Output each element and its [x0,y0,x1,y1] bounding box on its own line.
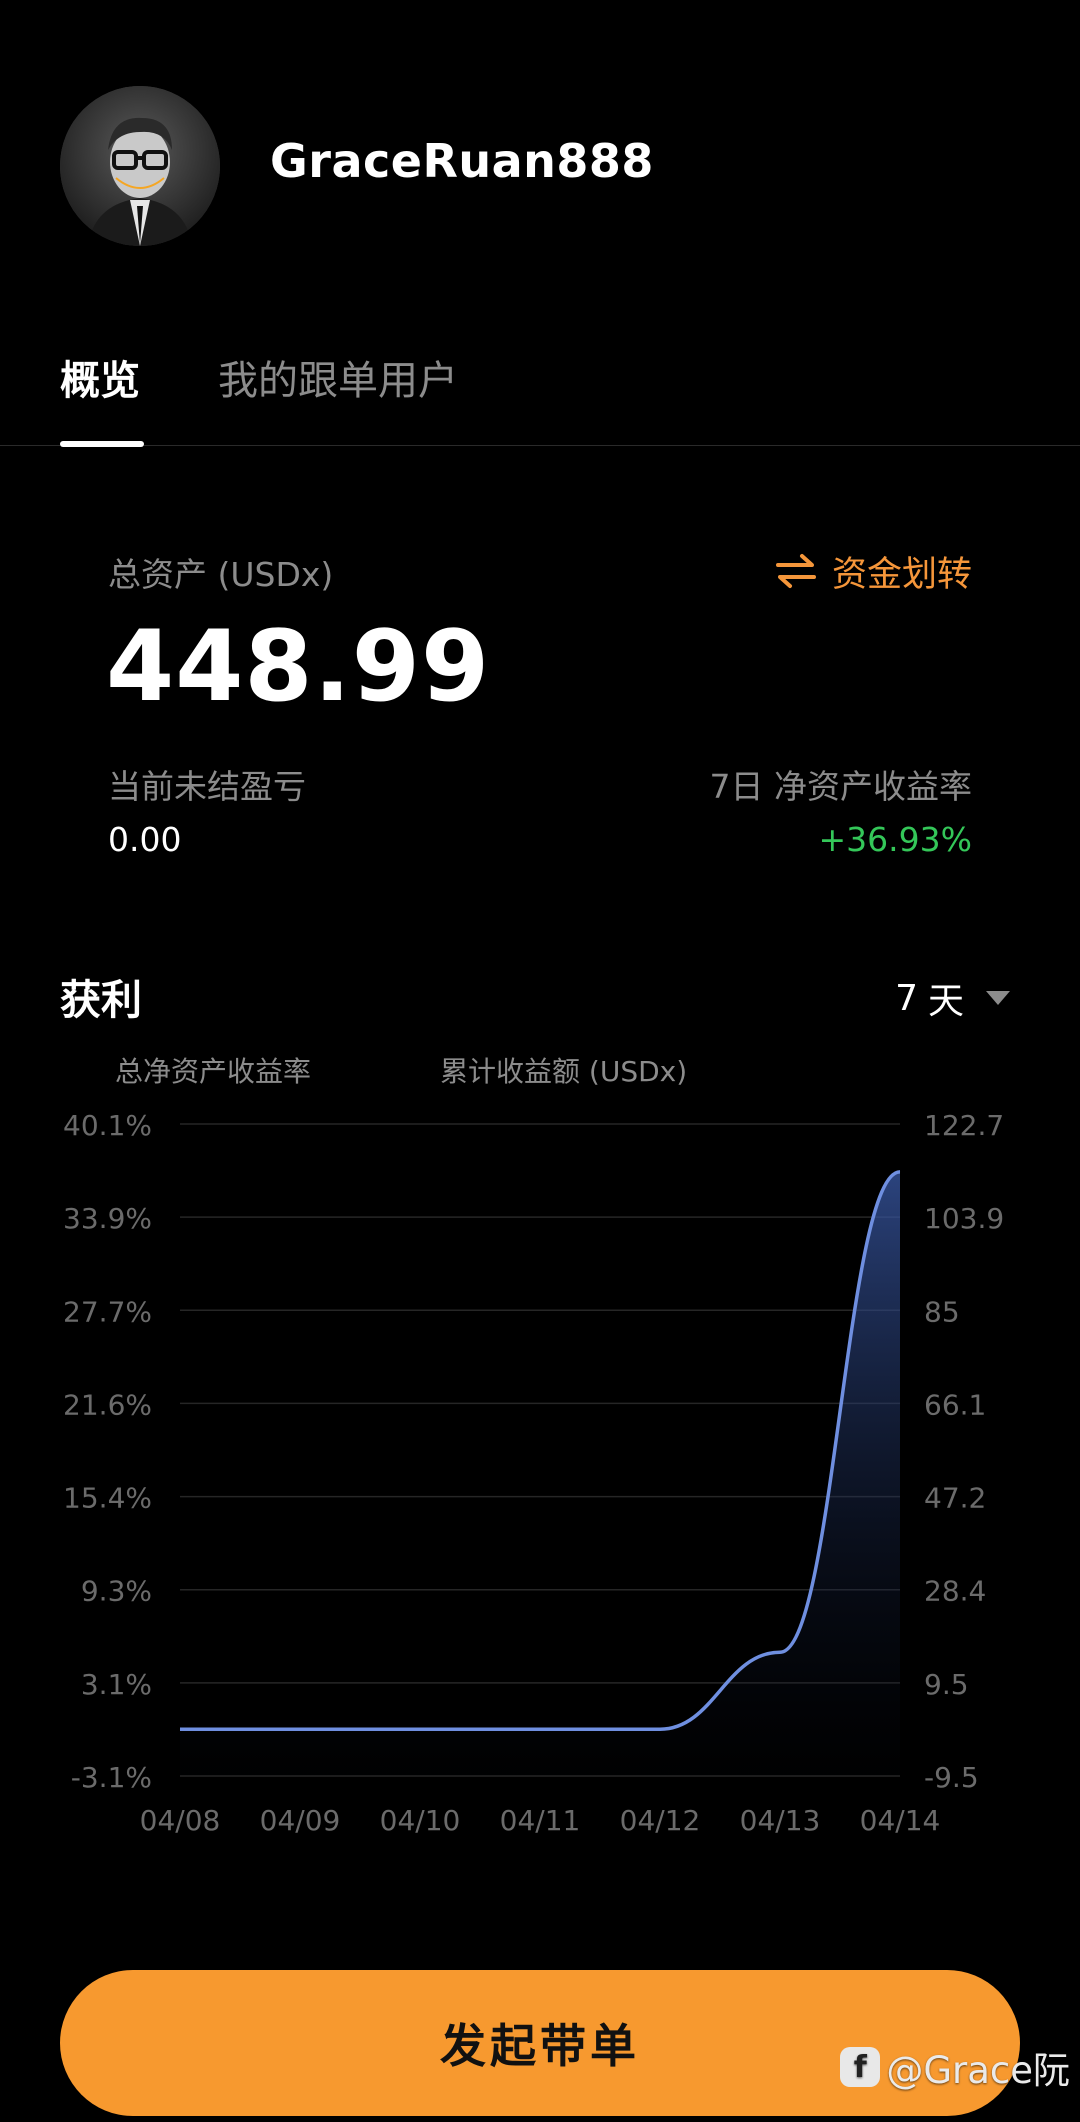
username: GraceRuan888 [270,134,654,188]
x-tick-label: 04/14 [860,1804,941,1837]
x-tick-label: 04/12 [620,1804,701,1837]
profit-section-title: 获利 [60,976,142,1024]
x-tick-label: 04/13 [740,1804,821,1837]
period-selector[interactable]: 7 天 [895,972,1010,1024]
watermark-text: @Grace阮 [886,2049,1070,2092]
roi-7d-value: +36.93% [818,820,972,859]
fund-transfer-label: 资金划转 [831,554,972,595]
x-tick-label: 04/08 [140,1804,221,1837]
y-left-tick-label: 21.6% [63,1388,152,1421]
y-right-tick-label: 28.4 [924,1575,986,1608]
y-left-tick-label: -3.1% [71,1761,152,1794]
profile-header: GraceRuan888 [60,86,1020,246]
total-assets-label: 总资产 (USDx) [108,555,334,594]
active-tab-indicator [60,441,144,447]
y-left-tick-label: 3.1% [81,1668,152,1701]
y-right-tick-label: 122.7 [924,1109,1004,1142]
tab-overview[interactable]: 概览 [60,348,140,406]
y-left-tick-label: 9.3% [81,1575,152,1608]
unrealized-pnl-value: 0.00 [108,820,182,859]
watermark: f @Grace阮 [840,2040,1070,2094]
series-area-fill [180,1171,900,1776]
y-right-tick-label: 66.1 [924,1388,986,1421]
y-right-tick-label: -9.5 [924,1761,979,1794]
transfer-icon [775,554,816,588]
legend-total-roi: 总净资产收益率 [115,1055,312,1088]
avatar-image [60,86,220,246]
x-tick-label: 04/09 [260,1804,341,1837]
legend-cumulative-profit: 累计收益额 (USDx) [440,1055,688,1088]
avatar[interactable] [60,86,220,246]
series-line [180,1170,901,1731]
y-left-tick-label: 15.4% [63,1482,152,1515]
tab-bar: 概览 我的跟单用户 [0,330,1080,447]
y-right-tick-label: 103.9 [924,1202,1004,1235]
unrealized-pnl-label: 当前未结盈亏 [108,767,306,806]
roi-7d-label: 7日 净资产收益率 [709,767,973,806]
y-left-tick-label: 27.7% [63,1295,152,1328]
total-assets-value: 448.99 [106,610,491,724]
y-right-tick-label: 85 [924,1295,960,1328]
fund-transfer-button[interactable]: 资金划转 [775,548,972,595]
x-tick-label: 04/10 [380,1804,461,1837]
watermark-logo-icon: f [840,2047,881,2087]
tab-my-followers[interactable]: 我的跟单用户 [218,348,458,406]
y-right-tick-label: 47.2 [924,1482,986,1515]
y-left-tick-label: 40.1% [63,1109,152,1142]
period-unit: 天 [927,981,964,1022]
profit-chart: 40.1% 33.9% 27.7% 21.6% 15.4% 9.3% 3.1% -3.1% 1… [63,1109,1004,1837]
y-right-tick-label: 9.5 [924,1668,969,1701]
dropdown-triangle-icon [986,991,1010,1005]
period-value: 7 [895,977,918,1019]
x-tick-label: 04/11 [500,1804,581,1837]
y-left-tick-label: 33.9% [63,1202,152,1235]
